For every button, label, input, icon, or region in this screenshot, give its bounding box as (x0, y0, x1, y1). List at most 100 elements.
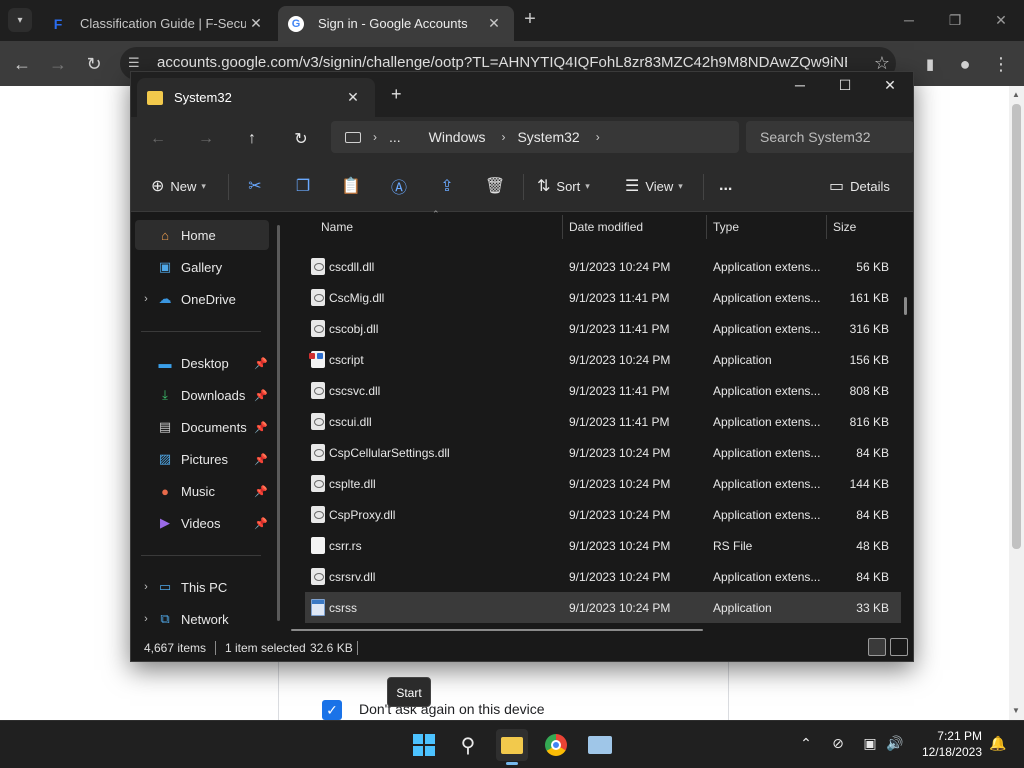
pin-icon[interactable]: 📌 (253, 421, 269, 434)
copy-icon[interactable]: ❐ (291, 174, 315, 198)
file-list-scroll-thumb[interactable] (904, 297, 907, 315)
file-list-hscroll[interactable] (291, 629, 703, 631)
system-clock[interactable]: 7:21 PM 12/18/2023 (918, 728, 982, 760)
forward-arrow-icon[interactable]: → (193, 126, 219, 152)
dont-ask-again-checkbox[interactable]: ✓ (322, 700, 342, 720)
file-row[interactable]: csrss 9/1/2023 10:24 PM Application 33 KB (305, 592, 901, 623)
file-row[interactable]: CspCellularSettings.dll 9/1/2023 10:24 PM… (305, 437, 901, 468)
column-type[interactable]: Type (713, 213, 739, 239)
volume-icon[interactable]: 🔊 (885, 735, 905, 755)
chevron-right-icon[interactable]: › (135, 613, 157, 625)
nav-item-this-pc[interactable]: › ▭ This PC (135, 572, 269, 602)
column-divider[interactable] (826, 215, 827, 239)
file-row[interactable]: cscui.dll 9/1/2023 11:41 PM Application ex… (305, 406, 901, 437)
pin-icon[interactable]: 📌 (253, 485, 269, 498)
maximize-icon[interactable]: ☐ (831, 77, 859, 99)
file-row[interactable]: cscsvc.dll 9/1/2023 11:41 PM Application e… (305, 375, 901, 406)
file-row[interactable]: csplte.dll 9/1/2023 10:24 PM Application e… (305, 468, 901, 499)
breadcrumb-overflow[interactable]: ... (389, 129, 401, 145)
rename-icon[interactable]: Ⓐ (387, 174, 411, 198)
column-divider[interactable] (562, 215, 563, 239)
back-arrow-icon[interactable]: ← (145, 126, 171, 152)
pin-icon[interactable]: 📌 (253, 357, 269, 370)
file-row[interactable]: cscobj.dll 9/1/2023 11:41 PM Application e… (305, 313, 901, 344)
nav-item-documents[interactable]: ▤ Documents 📌 (135, 412, 269, 442)
refresh-icon[interactable]: ↻ (288, 126, 314, 152)
file-row[interactable]: csrsrv.dll 9/1/2023 10:24 PM Application e… (305, 561, 901, 592)
close-tab-icon[interactable]: ✕ (343, 89, 363, 106)
pin-icon[interactable]: 📌 (253, 389, 269, 402)
scroll-down-icon[interactable]: ▼ (1012, 706, 1020, 715)
share-icon[interactable]: ⇪ (435, 174, 459, 198)
column-size[interactable]: Size (833, 213, 856, 239)
pin-icon[interactable]: 📌 (253, 453, 269, 466)
browser-tab-google[interactable]: G Sign in - Google Accounts ✕ (278, 6, 514, 41)
chevron-up-icon[interactable]: ⌃ (796, 735, 816, 755)
chevron-right-icon[interactable]: › (596, 130, 600, 144)
forward-arrow-icon[interactable]: → (45, 51, 71, 77)
column-date-modified[interactable]: Date modified (569, 213, 643, 239)
breadcrumb-system32[interactable]: System32 (517, 129, 579, 145)
chevron-right-icon[interactable]: › (135, 581, 157, 593)
file-row[interactable]: CscMig.dll 9/1/2023 11:41 PM Application e… (305, 282, 901, 313)
up-arrow-icon[interactable]: ↑ (239, 126, 265, 152)
network-status-icon[interactable]: ⊘ (828, 735, 848, 755)
nav-item-downloads[interactable]: ⤓ Downloads 📌 (135, 380, 269, 410)
chevron-right-icon[interactable]: › (135, 293, 157, 305)
nav-scrollbar[interactable] (277, 225, 280, 621)
menu-kebab-icon[interactable]: ⋮ (988, 51, 1014, 77)
close-icon[interactable]: ✕ (484, 14, 504, 34)
nav-item-music[interactable]: ● Music 📌 (135, 476, 269, 506)
paste-icon[interactable]: 📋 (339, 174, 363, 198)
minimize-icon[interactable]: ─ (786, 77, 814, 99)
close-window-icon[interactable]: ✕ (989, 8, 1013, 32)
column-divider[interactable] (706, 215, 707, 239)
nav-item-network[interactable]: › ⧉ Network (135, 604, 269, 634)
close-window-icon[interactable]: ✕ (876, 77, 904, 99)
nav-item-pictures[interactable]: ▨ Pictures 📌 (135, 444, 269, 474)
tab-search-button[interactable]: ▾ (8, 8, 32, 32)
search-icon[interactable]: ⚲ (452, 729, 484, 761)
photos-taskbar-button[interactable] (584, 729, 616, 761)
display-icon[interactable]: ▣ (860, 735, 880, 755)
file-row[interactable]: CspProxy.dll 9/1/2023 10:24 PM Application… (305, 499, 901, 530)
chrome-taskbar-button[interactable] (540, 729, 572, 761)
nav-item-videos[interactable]: ▶ Videos 📌 (135, 508, 269, 538)
details-button[interactable]: ▭ Details (829, 174, 890, 198)
view-button[interactable]: ☰ View ▾ (625, 174, 683, 198)
new-tab-button[interactable]: + (391, 84, 402, 105)
start-button[interactable] (408, 729, 440, 761)
file-row[interactable]: csrr.rs 9/1/2023 10:24 PM RS File 48 KB (305, 530, 901, 561)
page-scrollbar[interactable]: ▲ ▼ (1009, 86, 1024, 720)
new-tab-button[interactable]: + (520, 9, 540, 30)
column-name[interactable]: Name (321, 213, 353, 239)
close-icon[interactable]: ✕ (246, 14, 266, 34)
scroll-up-icon[interactable]: ▲ (1012, 90, 1020, 99)
explorer-address-bar[interactable]: › ... Windows › System32 › (331, 121, 739, 153)
details-view-icon[interactable] (868, 638, 886, 656)
explorer-tab[interactable]: System32 ✕ (137, 78, 375, 117)
restore-icon[interactable]: ❐ (943, 8, 967, 32)
scroll-thumb[interactable] (1012, 104, 1021, 549)
file-row[interactable]: cscript 9/1/2023 10:24 PM Application 156 K… (305, 344, 901, 375)
notification-bell-icon[interactable]: 🔔 (988, 735, 1008, 755)
minimize-icon[interactable]: ─ (897, 8, 921, 32)
file-explorer-taskbar-button[interactable] (496, 729, 528, 765)
nav-item-onedrive[interactable]: › ☁ OneDrive (135, 284, 269, 314)
tiles-view-icon[interactable] (890, 638, 908, 656)
nav-item-gallery[interactable]: ▣ Gallery (135, 252, 269, 282)
reload-icon[interactable]: ↻ (81, 51, 107, 77)
back-arrow-icon[interactable]: ← (9, 51, 35, 77)
profile-icon[interactable]: ● (952, 51, 978, 77)
url-text[interactable]: accounts.google.com/v3/signin/challenge/… (157, 54, 847, 71)
side-panel-icon[interactable]: ▮ (917, 51, 943, 77)
cut-icon[interactable]: ✂ (243, 174, 267, 198)
breadcrumb-windows[interactable]: Windows (429, 129, 486, 145)
search-input[interactable]: Search System32 (746, 121, 914, 153)
pin-icon[interactable]: 📌 (253, 517, 269, 530)
sort-button[interactable]: ⇅ Sort ▾ (537, 174, 590, 198)
file-row[interactable]: cscdll.dll 9/1/2023 10:24 PM Application e… (305, 251, 901, 282)
more-options-button[interactable]: ... (719, 174, 732, 198)
nav-item-desktop[interactable]: ▬ Desktop 📌 (135, 348, 269, 378)
browser-tab-fsecure[interactable]: F Classification Guide | F-Secure ✕ (40, 6, 276, 41)
